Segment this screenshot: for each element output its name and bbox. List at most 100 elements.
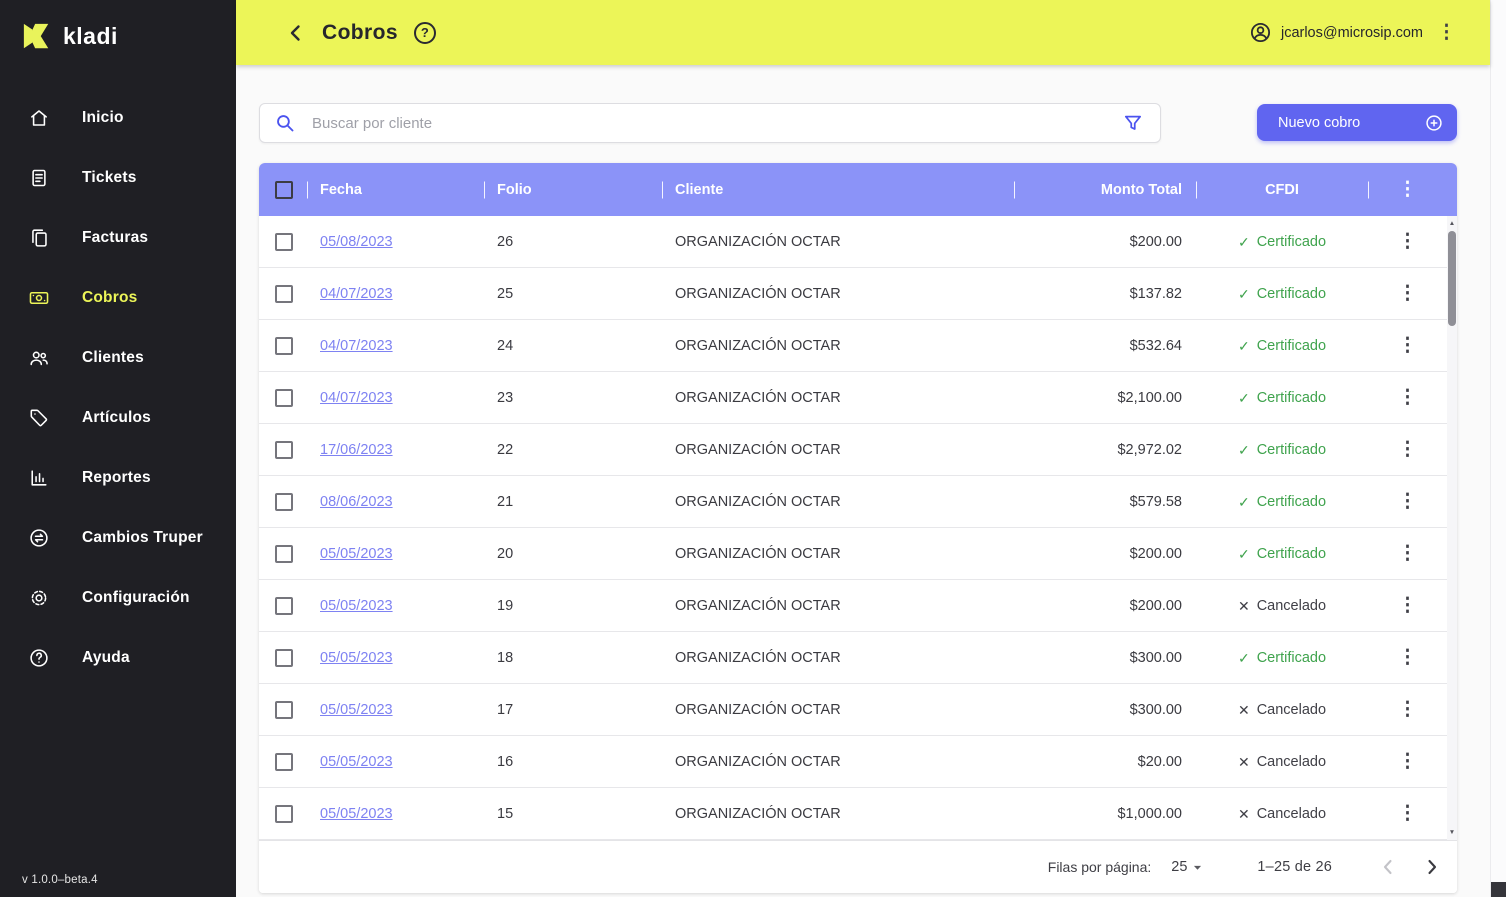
fecha-link[interactable]: 04/07/2023: [320, 390, 393, 406]
row-checkbox[interactable]: [275, 805, 293, 823]
page-title: Cobros: [322, 21, 398, 45]
status-text: Certificado: [1257, 494, 1326, 510]
row-checkbox[interactable]: [275, 545, 293, 563]
topbar: Cobros ? jcarlos@microsip.com ⋮: [236, 0, 1490, 65]
sidebar-item-inicio[interactable]: Inicio: [0, 88, 236, 148]
help-icon[interactable]: ?: [414, 22, 436, 44]
check-icon: ✓: [1238, 651, 1250, 665]
sidebar-item-tickets[interactable]: Tickets: [0, 148, 236, 208]
sidebar-item-articulos[interactable]: Artículos: [0, 388, 236, 448]
cross-icon: ✕: [1238, 703, 1250, 717]
fecha-link[interactable]: 05/05/2023: [320, 806, 393, 822]
fecha-link[interactable]: 05/08/2023: [320, 234, 393, 250]
row-menu-icon[interactable]: ⋮: [1398, 752, 1417, 771]
fecha-link[interactable]: 04/07/2023: [320, 286, 393, 302]
column-header-cliente[interactable]: Cliente: [662, 163, 1014, 216]
cfdi-status: ✕ Cancelado: [1238, 598, 1326, 614]
row-menu-icon[interactable]: ⋮: [1398, 440, 1417, 459]
table-scrollbar[interactable]: ▲ ▼: [1447, 216, 1457, 840]
column-header-monto[interactable]: Monto Total: [1014, 163, 1196, 216]
table-row: 17/06/2023 22 ORGANIZACIÓN OCTAR $2,972.…: [259, 424, 1447, 476]
nuevo-cobro-button[interactable]: Nuevo cobro: [1257, 104, 1457, 141]
filter-icon[interactable]: [1122, 112, 1144, 134]
cfdi-status: ✓ Certificado: [1238, 494, 1326, 510]
pagination-bar: Filas por página: 25 1–25 de 26: [259, 840, 1457, 893]
cliente-cell: ORGANIZACIÓN OCTAR: [662, 390, 1014, 406]
header-menu-icon[interactable]: ⋮: [1398, 180, 1417, 199]
back-button[interactable]: [284, 21, 308, 45]
row-checkbox[interactable]: [275, 285, 293, 303]
monto-cell: $579.58: [1014, 494, 1196, 510]
row-menu-icon[interactable]: ⋮: [1398, 648, 1417, 667]
row-checkbox[interactable]: [275, 701, 293, 719]
select-all-checkbox[interactable]: [275, 181, 293, 199]
check-icon: ✓: [1238, 443, 1250, 457]
table-header-row: Fecha Folio Cliente Monto Total CFDI ⋮: [259, 163, 1457, 216]
row-menu-icon[interactable]: ⋮: [1398, 284, 1417, 303]
table-row: 05/05/2023 20 ORGANIZACIÓN OCTAR $200.00…: [259, 528, 1447, 580]
row-menu-icon[interactable]: ⋮: [1398, 544, 1417, 563]
topbar-menu-icon[interactable]: ⋮: [1437, 23, 1456, 42]
monto-cell: $20.00: [1014, 754, 1196, 770]
search-box: [259, 103, 1161, 143]
fecha-link[interactable]: 08/06/2023: [320, 494, 393, 510]
row-checkbox[interactable]: [275, 337, 293, 355]
column-header-folio[interactable]: Folio: [484, 163, 662, 216]
search-input[interactable]: [312, 115, 1122, 132]
scrollbar-thumb[interactable]: [1448, 231, 1456, 326]
cliente-cell: ORGANIZACIÓN OCTAR: [662, 754, 1014, 770]
sidebar-item-label: Tickets: [82, 169, 137, 187]
row-menu-icon[interactable]: ⋮: [1398, 388, 1417, 407]
column-header-cfdi[interactable]: CFDI: [1196, 163, 1368, 216]
brand-logo[interactable]: kladi: [0, 0, 236, 56]
cliente-cell: ORGANIZACIÓN OCTAR: [662, 806, 1014, 822]
sidebar-item-clientes[interactable]: Clientes: [0, 328, 236, 388]
page-scrollbar[interactable]: [1490, 0, 1506, 897]
sidebar-item-reportes[interactable]: Reportes: [0, 448, 236, 508]
fecha-link[interactable]: 04/07/2023: [320, 338, 393, 354]
fecha-link[interactable]: 05/05/2023: [320, 650, 393, 666]
row-checkbox[interactable]: [275, 493, 293, 511]
row-checkbox[interactable]: [275, 233, 293, 251]
row-menu-icon[interactable]: ⋮: [1398, 596, 1417, 615]
rows-per-page-select[interactable]: 25: [1171, 858, 1207, 877]
sidebar-item-facturas[interactable]: Facturas: [0, 208, 236, 268]
cobros-icon: [28, 287, 50, 309]
avatar-icon[interactable]: [1249, 21, 1272, 44]
prev-page-button[interactable]: [1376, 855, 1400, 879]
sidebar-item-configuracion[interactable]: Configuración: [0, 568, 236, 628]
cliente-cell: ORGANIZACIÓN OCTAR: [662, 598, 1014, 614]
cfdi-status: ✕ Cancelado: [1238, 702, 1326, 718]
row-menu-icon[interactable]: ⋮: [1398, 492, 1417, 511]
fecha-link[interactable]: 17/06/2023: [320, 442, 393, 458]
row-checkbox[interactable]: [275, 389, 293, 407]
row-menu-icon[interactable]: ⋮: [1398, 804, 1417, 823]
fecha-link[interactable]: 05/05/2023: [320, 754, 393, 770]
next-page-button[interactable]: [1420, 855, 1444, 879]
page-scrollbar-corner: [1491, 882, 1506, 897]
row-menu-icon[interactable]: ⋮: [1398, 700, 1417, 719]
check-icon: ✓: [1238, 547, 1250, 561]
row-checkbox[interactable]: [275, 441, 293, 459]
scroll-up-icon[interactable]: ▲: [1449, 216, 1455, 231]
fecha-link[interactable]: 05/05/2023: [320, 702, 393, 718]
row-checkbox[interactable]: [275, 753, 293, 771]
cfdi-status: ✓ Certificado: [1238, 546, 1326, 562]
row-checkbox[interactable]: [275, 649, 293, 667]
folio-cell: 22: [484, 442, 662, 458]
sidebar-item-cobros[interactable]: Cobros: [0, 268, 236, 328]
status-text: Certificado: [1257, 650, 1326, 666]
cfdi-status: ✓ Certificado: [1238, 338, 1326, 354]
row-menu-icon[interactable]: ⋮: [1398, 336, 1417, 355]
sidebar-item-cambios-truper[interactable]: Cambios Truper: [0, 508, 236, 568]
row-menu-icon[interactable]: ⋮: [1398, 232, 1417, 251]
scroll-down-icon[interactable]: ▼: [1449, 825, 1455, 840]
row-checkbox[interactable]: [275, 597, 293, 615]
status-text: Certificado: [1257, 338, 1326, 354]
sidebar-item-ayuda[interactable]: Ayuda: [0, 628, 236, 688]
reportes-icon: [28, 467, 50, 489]
column-header-fecha[interactable]: Fecha: [307, 163, 484, 216]
fecha-link[interactable]: 05/05/2023: [320, 598, 393, 614]
fecha-link[interactable]: 05/05/2023: [320, 546, 393, 562]
cliente-cell: ORGANIZACIÓN OCTAR: [662, 702, 1014, 718]
